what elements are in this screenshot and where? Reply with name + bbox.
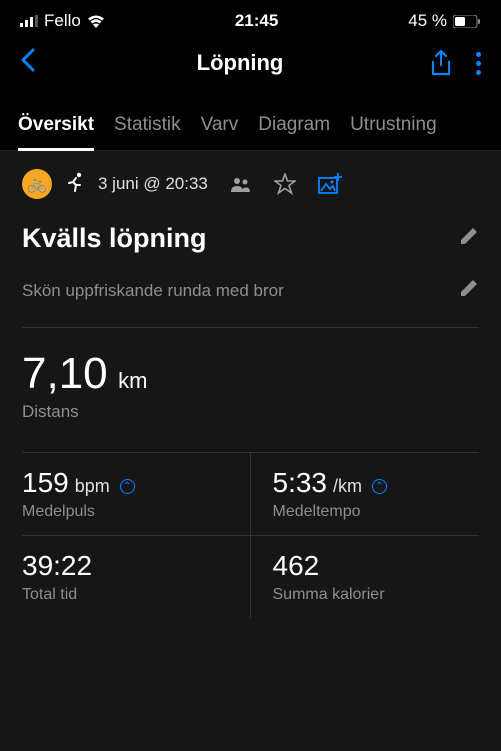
carrier-label: Fello xyxy=(44,11,81,31)
info-icon[interactable]: ⌃ xyxy=(372,479,387,494)
tab-gear[interactable]: Utrustning xyxy=(350,102,437,150)
stat-total-time: 39:22 Total tid xyxy=(22,535,251,618)
stat-avg-hr: 159 bpm ⌃ Medelpuls xyxy=(22,452,251,535)
stat-label: Summa kalorier xyxy=(273,586,480,604)
activity-date: 3 juni @ 20:33 xyxy=(98,174,208,194)
stat-avg-pace: 5:33 /km ⌃ Medeltempo xyxy=(251,452,480,535)
status-left: Fello xyxy=(20,11,105,31)
title-row: Kvälls löpning xyxy=(22,223,479,254)
stat-label: Medeltempo xyxy=(273,503,480,521)
back-button[interactable] xyxy=(20,46,50,80)
divider xyxy=(22,327,479,328)
activity-description: Skön uppfriskande runda med bror xyxy=(22,281,284,301)
stat-calories: 462 Summa kalorier xyxy=(251,535,480,618)
status-time: 21:45 xyxy=(235,11,278,31)
tab-charts[interactable]: Diagram xyxy=(258,102,330,150)
page-title: Löpning xyxy=(50,50,430,76)
activity-meta: 🚲 3 juni @ 20:33 xyxy=(22,169,479,199)
people-icon[interactable] xyxy=(230,177,252,192)
stat-unit: /km xyxy=(333,476,362,497)
edit-title-button[interactable] xyxy=(459,226,479,251)
tab-laps[interactable]: Varv xyxy=(201,102,239,150)
info-icon[interactable]: ⌃ xyxy=(120,479,135,494)
distance-stat: 7,10 km Distans xyxy=(22,352,479,422)
distance-label: Distans xyxy=(22,402,479,422)
stat-label: Medelpuls xyxy=(22,503,234,521)
stat-value: 462 xyxy=(273,550,320,582)
edit-description-button[interactable] xyxy=(459,278,479,303)
description-row: Skön uppfriskande runda med bror xyxy=(22,278,479,303)
status-right: 45 % xyxy=(408,11,481,31)
distance-unit: km xyxy=(118,368,147,393)
activity-content: 🚲 3 juni @ 20:33 Kvälls löpning Skön upp… xyxy=(0,151,501,751)
stat-grid: 159 bpm ⌃ Medelpuls 5:33 /km ⌃ Medeltemp… xyxy=(22,452,479,618)
stat-unit: bpm xyxy=(75,476,110,497)
battery-percent: 45 % xyxy=(408,11,447,31)
running-icon xyxy=(66,172,84,197)
star-icon[interactable] xyxy=(274,173,296,195)
cellular-signal-icon xyxy=(20,15,38,27)
wifi-icon xyxy=(87,15,105,28)
status-bar: Fello 21:45 45 % xyxy=(0,0,501,36)
stat-value: 159 xyxy=(22,467,69,499)
avatar[interactable]: 🚲 xyxy=(22,169,52,199)
more-options-button[interactable] xyxy=(476,52,481,75)
battery-icon xyxy=(453,15,481,28)
stat-value: 39:22 xyxy=(22,550,92,582)
tab-overview[interactable]: Översikt xyxy=(18,102,94,151)
distance-value: 7,10 xyxy=(22,349,108,398)
tabs: Översikt Statistik Varv Diagram Utrustni… xyxy=(0,102,501,151)
stat-value: 5:33 xyxy=(273,467,328,499)
tab-statistics[interactable]: Statistik xyxy=(114,102,181,150)
stat-label: Total tid xyxy=(22,586,234,604)
add-photo-icon[interactable] xyxy=(318,173,342,195)
activity-title: Kvälls löpning xyxy=(22,223,207,254)
nav-header: Löpning xyxy=(0,36,501,90)
share-button[interactable] xyxy=(430,50,452,76)
